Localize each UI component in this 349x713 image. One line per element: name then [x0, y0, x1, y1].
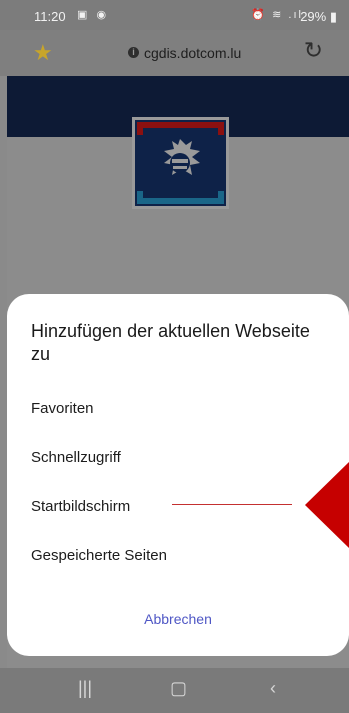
- status-time: 11:20: [34, 9, 66, 24]
- reload-icon[interactable]: ↻: [304, 37, 323, 64]
- option-quick-access[interactable]: Schnellzugriff: [31, 449, 121, 466]
- battery-level: 29% ▮: [300, 9, 337, 24]
- signal-icons: ⏰ ≋ .ıl: [251, 9, 303, 21]
- annotation-arrow: [305, 462, 349, 548]
- recent-apps-icon[interactable]: |||: [78, 678, 92, 699]
- status-bar: 11:20 ▣ ◉ ⏰ ≋ .ıl 29% ▮: [0, 0, 349, 30]
- option-saved-pages[interactable]: Gespeicherte Seiten: [31, 547, 167, 564]
- system-navigation-bar: ||| ▢ ‹: [0, 668, 349, 713]
- browser-address-bar: ★ i cgdis.dotcom.lu ↻: [0, 30, 349, 76]
- site-logo: [132, 117, 229, 209]
- home-icon[interactable]: ▢: [170, 678, 187, 699]
- back-icon[interactable]: ‹: [270, 678, 276, 699]
- notification-icons: ▣ ◉: [77, 9, 110, 21]
- option-home-screen[interactable]: Startbildschirm: [31, 498, 130, 515]
- star-icon[interactable]: ★: [33, 40, 53, 66]
- add-page-sheet: Hinzufügen der aktuellen Webseite zu Fav…: [7, 294, 349, 656]
- info-icon[interactable]: i: [128, 47, 139, 58]
- sheet-title: Hinzufügen der aktuellen Webseite zu: [31, 321, 310, 364]
- url-text[interactable]: cgdis.dotcom.lu: [144, 45, 241, 61]
- cancel-button[interactable]: Abbrechen: [7, 611, 349, 627]
- option-favorites[interactable]: Favoriten: [31, 400, 94, 417]
- annotation-line: [172, 504, 292, 505]
